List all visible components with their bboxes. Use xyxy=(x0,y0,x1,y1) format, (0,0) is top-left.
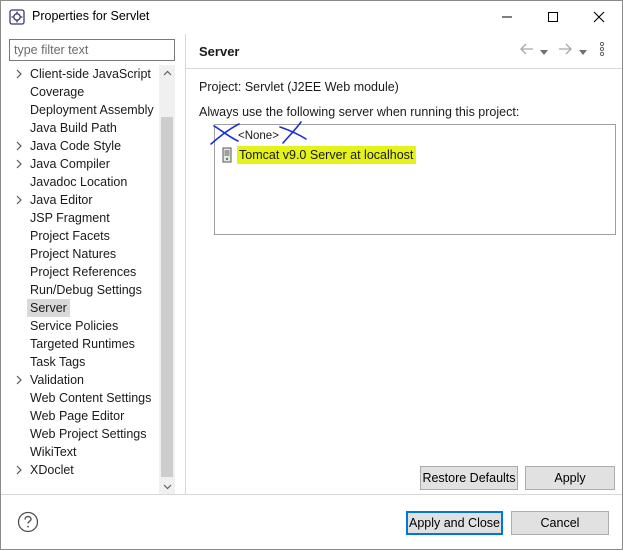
panel-divider xyxy=(185,34,186,494)
server-option-label: Tomcat v9.0 Server at localhost xyxy=(237,146,417,164)
forward-arrow-icon[interactable] xyxy=(557,41,573,60)
tree-item-label: Run/Debug Settings xyxy=(30,283,142,297)
tree-item-label: Java Build Path xyxy=(30,121,117,135)
chevron-right-icon[interactable] xyxy=(15,137,25,155)
server-option-label: <None> xyxy=(238,130,279,142)
tree-item-deployment-assembly[interactable]: Deployment Assembly xyxy=(9,101,159,119)
tree-item-label: Javadoc Location xyxy=(30,175,128,189)
view-menu-icon[interactable] xyxy=(599,41,605,60)
back-dropdown-icon[interactable] xyxy=(540,45,548,59)
eclipse-properties-icon xyxy=(9,9,25,25)
tree-item-server[interactable]: Server xyxy=(9,299,159,317)
title-bar: Properties for Servlet xyxy=(1,1,622,32)
tree-item-java-compiler[interactable]: Java Compiler xyxy=(9,155,159,173)
minimize-button[interactable] xyxy=(484,1,530,32)
server-icon xyxy=(221,147,233,163)
tree-item-label: Server xyxy=(27,299,70,317)
tree-item-label: XDoclet xyxy=(30,463,74,477)
footer-separator xyxy=(1,494,622,495)
tree-item-label: Validation xyxy=(30,373,84,387)
scroll-down-button[interactable] xyxy=(159,479,175,495)
tree-item-label: Project Facets xyxy=(30,229,110,243)
tree-item-label: Deployment Assembly xyxy=(30,103,154,117)
server-instruction-label: Always use the following server when run… xyxy=(199,105,520,119)
tree-item-coverage[interactable]: Coverage xyxy=(9,83,159,101)
tree-item-task-tags[interactable]: Task Tags xyxy=(9,353,159,371)
tree-scrollbar[interactable] xyxy=(159,65,175,495)
tree-item-label: Coverage xyxy=(30,85,85,99)
tree-item-label: Web Content Settings xyxy=(30,391,152,405)
properties-dialog: Properties for Servlet Client-side JavaS… xyxy=(0,0,623,550)
cancel-button[interactable]: Cancel xyxy=(511,511,609,535)
tree-item-web-content-settings[interactable]: Web Content Settings xyxy=(9,389,159,407)
tree-item-project-references[interactable]: Project References xyxy=(9,263,159,281)
tree-item-java-build-path[interactable]: Java Build Path xyxy=(9,119,159,137)
help-icon[interactable] xyxy=(17,511,39,533)
tree-item-validation[interactable]: Validation xyxy=(9,371,159,389)
tree-item-javadoc-location[interactable]: Javadoc Location xyxy=(9,173,159,191)
tree-item-targeted-runtimes[interactable]: Targeted Runtimes xyxy=(9,335,159,353)
tree-item-label: Web Page Editor xyxy=(30,409,125,423)
chevron-right-icon[interactable] xyxy=(15,65,25,83)
tree-item-java-editor[interactable]: Java Editor xyxy=(9,191,159,209)
page-title: Server xyxy=(199,44,240,59)
chevron-down-icon xyxy=(163,484,171,490)
restore-defaults-button[interactable]: Restore Defaults xyxy=(420,466,518,490)
scroll-up-button[interactable] xyxy=(159,65,175,81)
tree-item-label: Service Policies xyxy=(30,319,119,333)
tree-item-label: Task Tags xyxy=(30,355,86,369)
project-description: Project: Servlet (J2EE Web module) xyxy=(199,80,399,94)
tree-item-label: Project References xyxy=(30,265,137,279)
tree-item-java-code-style[interactable]: Java Code Style xyxy=(9,137,159,155)
scroll-thumb[interactable] xyxy=(161,117,173,477)
chevron-right-icon[interactable] xyxy=(15,371,25,389)
tree-item-client-side-javascript[interactable]: Client-side JavaScript xyxy=(9,65,159,83)
close-button[interactable] xyxy=(576,1,622,32)
close-icon xyxy=(593,11,605,22)
tree-item-label: JSP Fragment xyxy=(30,211,110,225)
maximize-button[interactable] xyxy=(530,1,576,32)
tree-item-label: Targeted Runtimes xyxy=(30,337,135,351)
tree-item-run-debug-settings[interactable]: Run/Debug Settings xyxy=(9,281,159,299)
tree-item-service-policies[interactable]: Service Policies xyxy=(9,317,159,335)
tree-item-xdoclet[interactable]: XDoclet xyxy=(9,461,159,479)
tree-item-label: Java Compiler xyxy=(30,157,110,171)
tree-item-label: Client-side JavaScript xyxy=(30,67,151,81)
tree-item-web-project-settings[interactable]: Web Project Settings xyxy=(9,425,159,443)
apply-button[interactable]: Apply xyxy=(525,466,615,490)
tree-item-wikitext[interactable]: WikiText xyxy=(9,443,159,461)
apply-and-close-button[interactable]: Apply and Close xyxy=(406,511,503,535)
property-pages-tree: Client-side JavaScript Coverage Deployment… xyxy=(9,65,159,495)
back-arrow-icon[interactable] xyxy=(519,41,535,60)
tree-item-label: Java Code Style xyxy=(30,139,122,153)
header-separator xyxy=(186,68,622,69)
chevron-right-icon[interactable] xyxy=(15,155,25,173)
filter-input[interactable] xyxy=(9,39,175,61)
chevron-right-icon[interactable] xyxy=(15,461,25,479)
server-list[interactable]: <None> Tomcat v9.0 Server at localhost xyxy=(214,124,616,235)
server-option-none[interactable]: <None> xyxy=(238,127,279,145)
tree-item-web-page-editor[interactable]: Web Page Editor xyxy=(9,407,159,425)
minimize-icon xyxy=(502,16,512,17)
tree-item-label: WikiText xyxy=(30,445,77,459)
tree-item-project-natures[interactable]: Project Natures xyxy=(9,245,159,263)
maximize-icon xyxy=(548,11,558,22)
tree-item-label: Project Natures xyxy=(30,247,117,261)
window-title: Properties for Servlet xyxy=(32,9,150,23)
forward-dropdown-icon[interactable] xyxy=(579,45,587,59)
tree-item-label: Web Project Settings xyxy=(30,427,147,441)
tree-item-label: Java Editor xyxy=(30,193,93,207)
chevron-right-icon[interactable] xyxy=(15,191,25,209)
tree-item-jsp-fragment[interactable]: JSP Fragment xyxy=(9,209,159,227)
tree-item-project-facets[interactable]: Project Facets xyxy=(9,227,159,245)
chevron-up-icon xyxy=(163,70,171,76)
